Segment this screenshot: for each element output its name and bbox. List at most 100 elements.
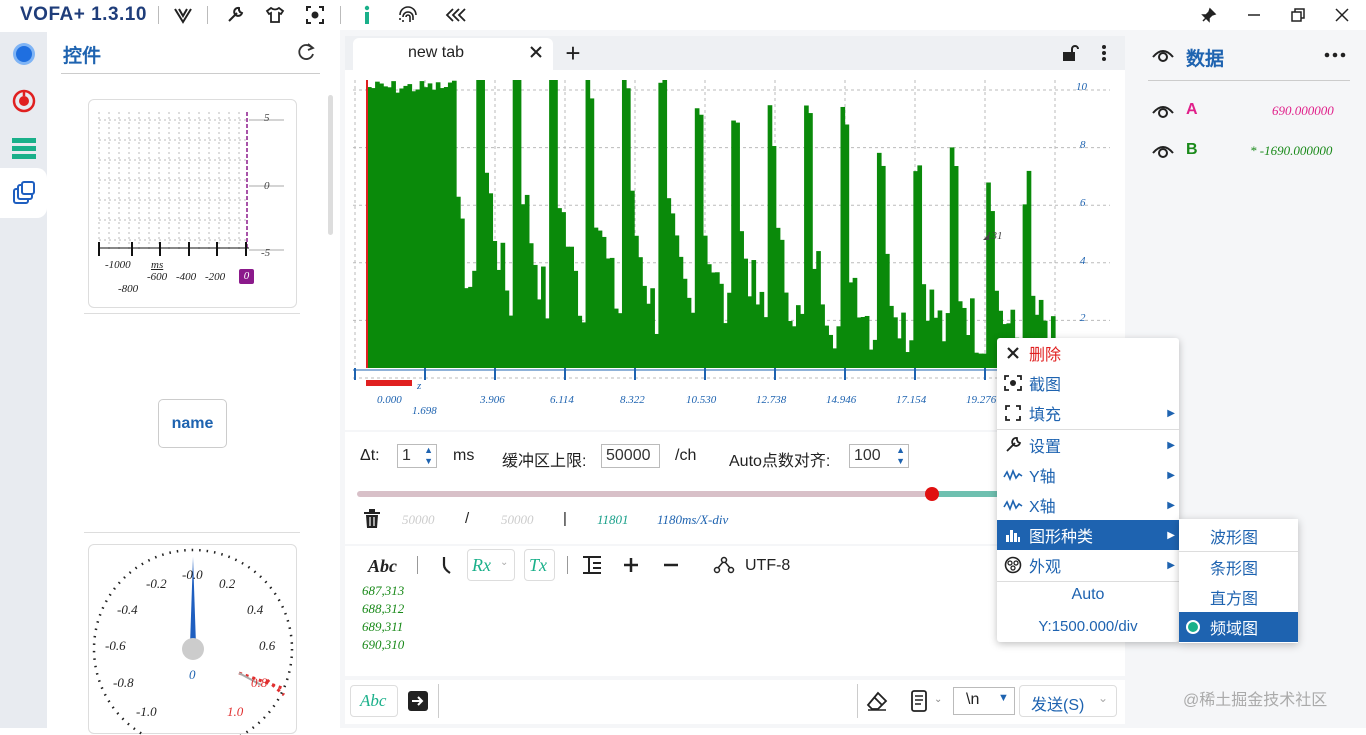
tshirt-icon[interactable] [264, 4, 286, 26]
timeline-slider-track[interactable] [357, 491, 997, 497]
send-input[interactable] [440, 684, 857, 718]
menu-item-y-axis[interactable]: Y轴 ▶ [997, 460, 1179, 490]
close-window-icon[interactable] [1331, 4, 1353, 26]
menu-item-x-axis[interactable]: X轴 ▶ [997, 490, 1179, 520]
connection-icon[interactable] [10, 40, 38, 68]
encoding-icon[interactable] [712, 553, 736, 577]
submenu-item-histogram[interactable]: 直方图 [1179, 582, 1298, 612]
zoom-out-icon[interactable] [660, 553, 682, 577]
controls-scrollbar[interactable] [328, 95, 333, 235]
auto-align-value: 100 [854, 447, 881, 464]
menu-auto[interactable]: Auto [997, 586, 1179, 604]
gauge-widget[interactable]: -0.0 0.2 -0.2 0.4 -0.4 0.6 -0.6 -0.8 0.8… [88, 544, 297, 735]
cursor-icon[interactable] [438, 553, 456, 577]
restore-icon[interactable] [1287, 4, 1309, 26]
submenu-item-waveform[interactable]: 波形图 [1179, 521, 1298, 551]
spin-arrows-icon[interactable]: ▲ ▼ [896, 445, 905, 467]
history-icon[interactable] [906, 688, 932, 714]
menu-item-fill[interactable]: 填充 ▶ [997, 398, 1179, 428]
spectrum-bar [986, 182, 991, 368]
send-file-icon[interactable] [405, 688, 431, 714]
stat-buffer-total: 50000 [501, 512, 534, 527]
unlock-icon[interactable] [1060, 43, 1080, 63]
more-vertical-icon[interactable] [1096, 43, 1112, 63]
history-chevron-icon[interactable]: ⌄ [934, 694, 942, 705]
spectrum-bar [613, 308, 619, 368]
add-tab-button[interactable]: + [561, 38, 585, 68]
name-button[interactable]: name [158, 399, 227, 448]
pin-icon[interactable] [1198, 4, 1220, 26]
more-horizontal-icon[interactable] [1322, 47, 1348, 63]
spectrum-bar [407, 84, 413, 369]
rx-chevron-icon[interactable]: ⌄ [500, 557, 508, 568]
spin-arrows-icon[interactable]: ▲ ▼ [424, 445, 433, 467]
refresh-icon[interactable] [294, 40, 318, 64]
spectrum-bar [500, 242, 506, 368]
wave-icon [997, 469, 1029, 481]
x-tick-label: -800 [118, 283, 139, 295]
tab-label: new tab [408, 44, 465, 61]
spectrum-bar [593, 227, 599, 368]
x-range-marker[interactable] [366, 380, 412, 386]
vofa-logo-icon[interactable] [172, 4, 194, 26]
spectrum-bar [747, 296, 753, 368]
buffer-input[interactable]: 50000 [601, 444, 660, 468]
gauge-label: 0.4 [247, 602, 264, 617]
wrench-icon[interactable] [224, 4, 246, 26]
submenu-item-frequency[interactable]: 频域图 [1179, 612, 1298, 642]
menu-item-chart-type[interactable]: 图形种类 ▶ [997, 520, 1179, 550]
controls-title: 控件 [63, 46, 102, 67]
commands-icon[interactable] [10, 134, 38, 162]
y-tick-label: 8 [1080, 139, 1086, 151]
screenshot-icon[interactable] [304, 4, 326, 26]
minimize-icon[interactable] [1243, 4, 1265, 26]
spectrum-bar [880, 165, 886, 368]
spectrum-bar [464, 288, 469, 368]
spectrum-bar [767, 105, 773, 368]
spectrum-bar [532, 264, 538, 368]
spectrum-bar [480, 80, 485, 368]
menu-item-appearance[interactable]: 外观 ▶ [997, 550, 1179, 580]
menu-item-screenshot[interactable]: 截图 [997, 368, 1179, 398]
send-chevron-icon[interactable]: ⌄ [1098, 691, 1108, 705]
eye-icon[interactable] [1151, 45, 1175, 65]
protocol-icon[interactable] [10, 87, 38, 115]
stat-x-div: 1180ms/X-div [657, 512, 729, 527]
send-format-label: Abc [360, 691, 387, 710]
stat-bar: | [563, 510, 567, 527]
mini-plot-widget[interactable]: 5 0 -5 -1000 -800 ms -600 -400 -200 0 [88, 99, 297, 308]
dt-spinbox[interactable]: 1 ▲ ▼ [397, 444, 437, 468]
menu-item-settings[interactable]: 设置 ▶ [997, 430, 1179, 460]
text-wrap-icon[interactable] [580, 553, 604, 577]
spectrum-bar [682, 278, 688, 368]
channel-a-visibility-icon[interactable] [1151, 102, 1175, 120]
spectrum-bar [399, 88, 405, 368]
spectrum-bar [597, 230, 603, 368]
spectrum-bar [840, 106, 846, 369]
dt-label: Δt: [360, 447, 380, 464]
spectrum-bar [435, 82, 441, 369]
submenu-item-bar[interactable]: 条形图 [1179, 552, 1298, 582]
widgets-icon[interactable] [10, 180, 38, 208]
channel-b-visibility-icon[interactable] [1151, 142, 1175, 160]
close-tab-icon[interactable] [528, 44, 544, 60]
spectrum-bar [468, 286, 473, 368]
info-icon[interactable] [356, 4, 378, 26]
collapse-left-icon[interactable] [444, 4, 468, 26]
spectrum-bar [686, 297, 692, 368]
zoom-in-icon[interactable] [620, 553, 642, 577]
submenu-arrow-icon: ▶ [1167, 499, 1175, 511]
y-tick-label: 2 [1080, 312, 1086, 324]
spectrum-bar [536, 299, 542, 368]
newline-dropdown-icon[interactable]: ▼ [998, 692, 1009, 704]
eraser-icon[interactable] [864, 688, 890, 714]
auto-align-spinbox[interactable]: 100 ▲ ▼ [849, 444, 909, 468]
text-format-button[interactable]: Abc [368, 556, 397, 577]
palette-icon [997, 556, 1029, 574]
encoding-label[interactable]: UTF-8 [745, 557, 790, 575]
menu-item-delete[interactable]: 删除 [997, 338, 1179, 368]
timeline-slider-thumb[interactable] [925, 487, 939, 501]
trash-icon[interactable] [362, 508, 382, 530]
x-tick-label: 14.946 [826, 394, 857, 406]
fingerprint-icon[interactable] [396, 4, 420, 26]
